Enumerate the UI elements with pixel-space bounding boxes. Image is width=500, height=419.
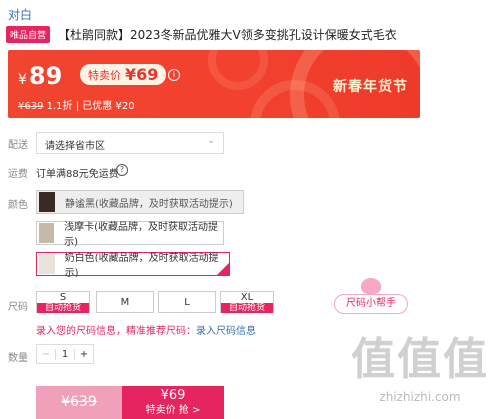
info-icon[interactable]: i	[168, 69, 180, 81]
size-flag: 自动抢货	[221, 303, 273, 313]
special-price-value: ¥69	[125, 65, 159, 84]
main-price: ¥ 89	[18, 62, 62, 90]
buy-price: ¥69	[160, 388, 186, 403]
buy-label: 特卖价 抢 >	[145, 405, 201, 416]
buy-special-price-button[interactable]: ¥69 特卖价 抢 >	[122, 386, 224, 419]
selected-check-icon	[217, 263, 229, 275]
region-select-value: 请选择省市区	[45, 141, 105, 152]
watermark-logo: 值值值	[351, 334, 489, 385]
shipping-label: 运费	[8, 169, 28, 180]
special-price-label: 特卖价	[88, 68, 121, 82]
help-icon[interactable]: ?	[116, 164, 128, 176]
price-subline: ¥639 1.1折 | 已优惠 ¥20	[18, 97, 135, 112]
color-swatch	[39, 254, 55, 274]
site-watermark: 值值值 zhizhizhi.com	[340, 334, 500, 404]
price-banner: ¥ 89 特卖价 ¥69 i ¥639 1.1折 | 已优惠 ¥20 新春年货节	[8, 50, 420, 118]
color-option-label: 奶白色(收藏品牌，及时获取活动提示)	[64, 253, 219, 279]
vip-tag: 唯品自营	[6, 26, 51, 43]
brand-name[interactable]: 对白	[8, 6, 32, 23]
size-option-m[interactable]: M	[96, 291, 154, 313]
original-price: ¥639	[18, 101, 44, 112]
size-option-xl[interactable]: XL 自动抢货	[220, 291, 274, 313]
delivery-label: 配送	[8, 140, 28, 151]
festival-title: 新春年货节	[333, 79, 408, 95]
shipping-text: 订单满88元免运费	[36, 169, 119, 180]
size-note-text: 录入您的尺码信息，精准推荐尺码：	[36, 326, 196, 337]
quantity-stepper: − 1 +	[36, 344, 94, 364]
size-label: 尺码	[8, 302, 28, 313]
size-name: L	[184, 297, 190, 308]
color-option-label: 浅摩卡(收藏品牌，及时获取活动提示)	[64, 222, 219, 248]
quantity-minus-button[interactable]: −	[37, 348, 56, 360]
size-entry-link[interactable]: 录入尺码信息	[196, 326, 256, 337]
size-helper-mascot-icon	[361, 278, 381, 294]
color-swatch	[39, 223, 55, 243]
watermark-site: zhizhizhi.com	[379, 390, 461, 404]
size-name: S	[59, 292, 67, 303]
saved-amount: 已优惠 ¥20	[82, 101, 135, 112]
special-price-badge: 特卖价 ¥69	[80, 64, 167, 85]
color-option-black[interactable]: 静谧黑(收藏品牌，及时获取活动提示)	[36, 190, 244, 214]
chevron-down-icon: ⌄	[207, 136, 215, 146]
region-select[interactable]: 请选择省市区 ⌄	[36, 132, 224, 154]
size-option-s[interactable]: S 自动抢货	[36, 291, 90, 313]
original-price-button[interactable]: ¥639	[36, 386, 122, 419]
color-option-label: 静谧黑(收藏品牌，及时获取活动提示)	[65, 198, 233, 210]
quantity-value[interactable]: 1	[56, 349, 74, 360]
quantity-label: 数量	[8, 353, 28, 364]
separator: |	[75, 101, 80, 112]
color-option-mocha[interactable]: 浅摩卡(收藏品牌，及时获取活动提示)	[36, 221, 224, 248]
product-title-row: 唯品自营 【杜鹃同款】2023冬新品优雅大V领多变挑孔设计保暖女式毛衣	[6, 26, 496, 43]
size-note: 录入您的尺码信息，精准推荐尺码：录入尺码信息	[36, 322, 256, 337]
color-swatch	[39, 192, 55, 212]
size-name: XL	[240, 292, 254, 303]
size-name: M	[120, 297, 130, 308]
currency-symbol: ¥	[18, 72, 27, 88]
banner-decoration	[208, 50, 268, 90]
discount-rate: 1.1折	[46, 101, 73, 112]
size-option-l[interactable]: L	[158, 291, 216, 313]
size-flag: 自动抢货	[37, 303, 89, 313]
price-value: 89	[28, 62, 63, 90]
size-helper-button[interactable]: 尺码小帮手	[334, 294, 408, 314]
quantity-plus-button[interactable]: +	[74, 348, 93, 360]
product-title: 【杜鹃同款】2023冬新品优雅大V领多变挑孔设计保暖女式毛衣	[58, 28, 397, 42]
color-label: 颜色	[8, 200, 28, 211]
color-option-milk-white[interactable]: 奶白色(收藏品牌，及时获取活动提示)	[36, 252, 230, 279]
